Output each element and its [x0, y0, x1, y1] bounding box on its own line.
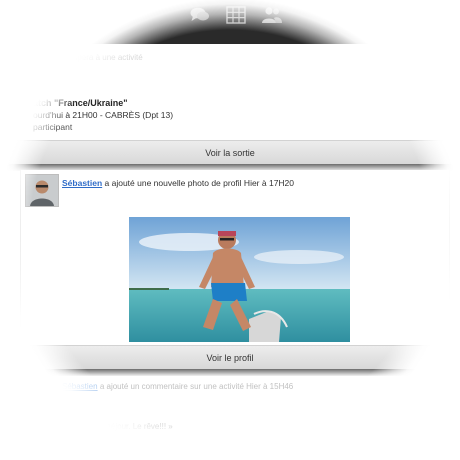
app-viewport: participera à une activité atch "France/… — [0, 0, 460, 460]
activity-participants: participant — [33, 122, 73, 132]
divider-shadow — [0, 369, 460, 376]
post-text: Sébastien a ajouté une nouvelle photo de… — [62, 178, 294, 188]
see-outing-button[interactable]: Voir la sortie — [0, 140, 460, 165]
see-profile-button[interactable]: Voir le profil — [0, 345, 460, 370]
author-link[interactable]: Sébastien — [62, 382, 98, 391]
profile-photo[interactable] — [129, 217, 350, 342]
top-nav-bar — [0, 0, 460, 44]
post-description: a ajouté une nouvelle photo de profil Hi… — [102, 178, 295, 188]
comment-description: a ajouté un commentaire sur une activité… — [97, 382, 294, 391]
comment-card: Sébastien a ajouté un commentaire sur un… — [0, 376, 460, 460]
comment-text: Sébastien a ajouté un commentaire sur un… — [62, 382, 293, 391]
avatar[interactable] — [25, 174, 59, 207]
activity-datetime: ourd'hui à 21H00 - CABRÈS (Dpt 13) — [33, 110, 174, 120]
activity-card: participera à une activité atch "France/… — [0, 44, 460, 141]
users-icon[interactable] — [261, 6, 283, 24]
grid-icon[interactable] — [225, 6, 247, 24]
activity-summary: participera à une activité — [56, 53, 143, 62]
activity-title: atch "France/Ukraine" — [33, 98, 128, 108]
author-link[interactable]: Sébastien — [62, 178, 102, 188]
chat-bubbles-icon[interactable] — [189, 6, 211, 24]
comment-quote: « ... s du séjour. Le rêve!!! » — [74, 422, 173, 431]
profile-photo-post: Sébastien a ajouté une nouvelle photo de… — [20, 170, 450, 345]
